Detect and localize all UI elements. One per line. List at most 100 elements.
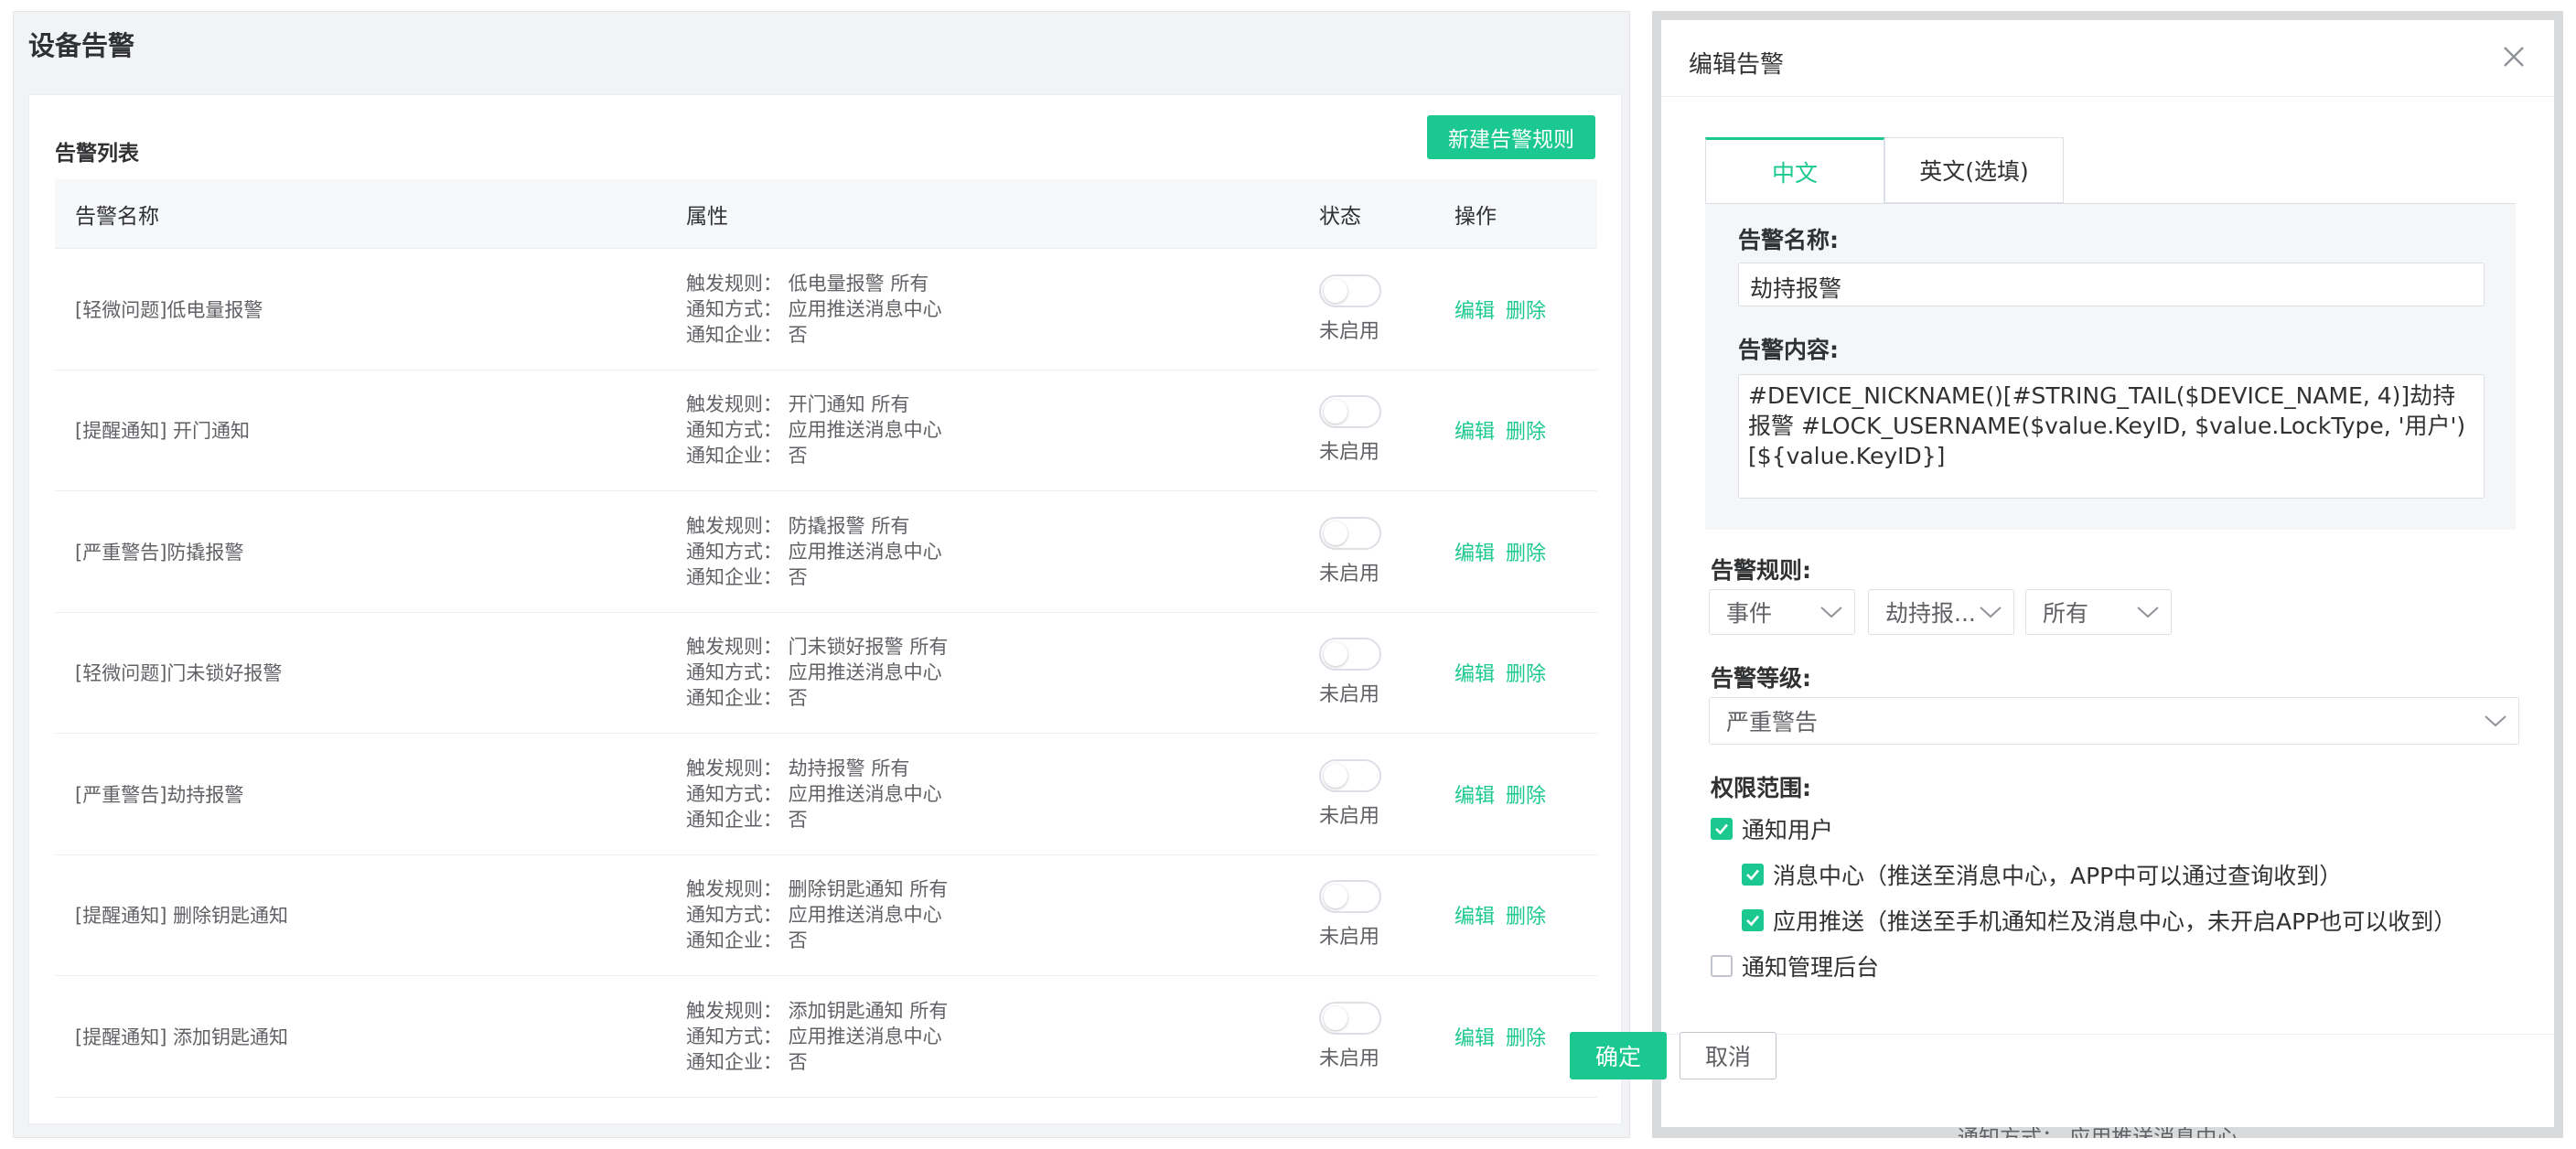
state-cell: 未启用 <box>1319 395 1454 465</box>
status-text: 未启用 <box>1319 441 1380 465</box>
delete-link[interactable]: 删除 <box>1506 785 1546 808</box>
status-text: 未启用 <box>1319 804 1380 828</box>
notify-user-label: 通知用户 <box>1742 817 1834 843</box>
trigger-rule: 触发规则： 门未锁好报警 所有 <box>686 636 949 659</box>
app-push-checkbox[interactable]: 应用推送（推送至手机通知栏及消息中心，未开启APP也可以收到） <box>1742 904 2456 937</box>
notify-user-checkbox[interactable]: 通知用户 <box>1711 812 1833 845</box>
rule-scope-value: 所有 <box>2043 600 2089 627</box>
edit-link[interactable]: 编辑 <box>1454 906 1495 929</box>
state-cell: 未启用 <box>1319 274 1454 344</box>
edit-link[interactable]: 编辑 <box>1454 542 1495 565</box>
alarm-level-select[interactable]: 严重警告 <box>1709 697 2519 745</box>
notify-method: 通知方式： 应用推送消息中心 <box>686 540 942 563</box>
notify-method: 通知方式： 应用推送消息中心 <box>686 1025 942 1047</box>
page-title: 设备告警 <box>28 30 135 61</box>
alarm-list-card: 告警列表 新建告警规则 告警名称 属性 状态 操作 [轻微问题]低电量报警 触发… <box>28 94 1622 1124</box>
alarm-level-label: 告警等级: <box>1711 665 1811 692</box>
alarm-rule-label: 告警规则: <box>1711 557 1811 584</box>
edit-link[interactable]: 编辑 <box>1454 300 1495 323</box>
status-toggle[interactable] <box>1319 758 1381 792</box>
edit-alarm-dialog: 编辑告警 中文 英文(选填) 告警名称: 劫持报警 告警内容: #DEVICE_… <box>1661 20 2554 1127</box>
status-toggle[interactable] <box>1319 880 1381 914</box>
status-toggle[interactable] <box>1319 274 1381 307</box>
alarm-name: [轻微问题]门未锁好报警 <box>75 662 283 685</box>
header-op: 操作 <box>1454 204 1497 229</box>
dialog-footer-divider <box>1661 1034 2554 1035</box>
alarm-attributes: 触发规则： 劫持报警 所有 通知方式： 应用推送消息中心 通知企业： 否 <box>686 756 1319 832</box>
notify-enterprise: 通知企业： 否 <box>686 323 808 346</box>
header-name: 告警名称 <box>75 204 159 229</box>
permission-scope-label: 权限范围: <box>1711 775 1811 801</box>
chevron-down-icon <box>1820 607 1842 618</box>
alarm-table: 告警名称 属性 状态 操作 [轻微问题]低电量报警 触发规则： 低电量报警 所有… <box>55 179 1597 1098</box>
check-icon <box>1742 909 1764 931</box>
state-cell: 未启用 <box>1319 1001 1454 1071</box>
state-cell: 未启用 <box>1319 880 1454 950</box>
app-push-label: 应用推送（推送至手机通知栏及消息中心，未开启APP也可以收到） <box>1773 908 2457 935</box>
trigger-rule: 触发规则： 防撬报警 所有 <box>686 514 910 537</box>
table-row: [严重警告]劫持报警 触发规则： 劫持报警 所有 通知方式： 应用推送消息中心 … <box>55 734 1597 855</box>
tab-english[interactable]: 英文(选填) <box>1884 137 2064 203</box>
message-center-checkbox[interactable]: 消息中心（推送至消息中心，APP中可以通过查询收到） <box>1742 858 2342 891</box>
edit-link[interactable]: 编辑 <box>1454 785 1495 808</box>
trigger-rule: 触发规则： 低电量报警 所有 <box>686 272 929 295</box>
status-text: 未启用 <box>1319 319 1380 343</box>
status-toggle[interactable] <box>1319 516 1381 550</box>
status-text: 未启用 <box>1319 562 1380 585</box>
edit-link[interactable]: 编辑 <box>1454 421 1495 444</box>
notify-method: 通知方式： 应用推送消息中心 <box>686 782 942 805</box>
dialog-title: 编辑告警 <box>1689 51 1785 79</box>
edit-link[interactable]: 编辑 <box>1454 1027 1495 1050</box>
alarm-attributes: 触发规则： 开门通知 所有 通知方式： 应用推送消息中心 通知企业： 否 <box>686 392 1319 468</box>
tab-panel: 告警名称: 劫持报警 告警内容: #DEVICE_NICKNAME()[#STR… <box>1705 204 2516 530</box>
alarm-name: [提醒通知] 添加钥匙通知 <box>75 1026 289 1048</box>
cancel-button[interactable]: 取消 <box>1680 1032 1776 1079</box>
rule-type-value: 事件 <box>1726 600 1773 627</box>
delete-link[interactable]: 删除 <box>1506 1027 1546 1050</box>
rule-event-select[interactable]: 劫持报... <box>1868 589 2014 635</box>
edit-link[interactable]: 编辑 <box>1454 663 1495 686</box>
trigger-rule: 触发规则： 开门通知 所有 <box>686 393 910 416</box>
header-state: 状态 <box>1319 204 1361 229</box>
delete-link[interactable]: 删除 <box>1506 300 1546 323</box>
header-attr: 属性 <box>686 204 728 229</box>
delete-link[interactable]: 删除 <box>1506 663 1546 686</box>
table-row: [严重警告]防撬报警 触发规则： 防撬报警 所有 通知方式： 应用推送消息中心 … <box>55 491 1597 613</box>
alarm-content-textarea[interactable]: #DEVICE_NICKNAME()[#STRING_TAIL($DEVICE_… <box>1738 374 2485 499</box>
alarm-level-value: 严重警告 <box>1726 709 1819 736</box>
status-toggle[interactable] <box>1319 1001 1381 1035</box>
alarm-page: 设备告警 告警列表 新建告警规则 告警名称 属性 状态 操作 [轻微问题]低电量… <box>13 11 1630 1138</box>
alarm-content-label: 告警内容: <box>1738 337 1839 363</box>
close-icon[interactable] <box>2499 42 2528 71</box>
notify-method: 通知方式： 应用推送消息中心 <box>686 297 942 320</box>
notify-method: 通知方式： 应用推送消息中心 <box>686 661 942 684</box>
check-icon <box>1711 818 1733 840</box>
rule-scope-select[interactable]: 所有 <box>2025 589 2172 635</box>
trigger-rule: 触发规则： 删除钥匙通知 所有 <box>686 878 949 901</box>
dialog-header: 编辑告警 <box>1661 20 2554 97</box>
notify-enterprise: 通知企业： 否 <box>686 1050 808 1073</box>
table-row: [轻微问题]低电量报警 触发规则： 低电量报警 所有 通知方式： 应用推送消息中… <box>55 249 1597 370</box>
table-row: [轻微问题]门未锁好报警 触发规则： 门未锁好报警 所有 通知方式： 应用推送消… <box>55 613 1597 734</box>
message-center-label: 消息中心（推送至消息中心，APP中可以通过查询收到） <box>1773 863 2343 889</box>
status-toggle[interactable] <box>1319 395 1381 429</box>
rule-type-select[interactable]: 事件 <box>1709 589 1855 635</box>
notify-enterprise: 通知企业： 否 <box>686 565 808 588</box>
status-toggle[interactable] <box>1319 638 1381 671</box>
new-alarm-rule-button[interactable]: 新建告警规则 <box>1427 115 1595 159</box>
tab-chinese[interactable]: 中文 <box>1705 137 1884 203</box>
alarm-attributes: 触发规则： 低电量报警 所有 通知方式： 应用推送消息中心 通知企业： 否 <box>686 271 1319 348</box>
delete-link[interactable]: 删除 <box>1506 542 1546 565</box>
alarm-attributes: 触发规则： 门未锁好报警 所有 通知方式： 应用推送消息中心 通知企业： 否 <box>686 634 1319 711</box>
rule-event-value: 劫持报... <box>1885 600 1976 627</box>
notify-method: 通知方式： 应用推送消息中心 <box>686 904 942 927</box>
alarm-name: [提醒通知] 开门通知 <box>75 420 251 443</box>
delete-link[interactable]: 删除 <box>1506 421 1546 444</box>
delete-link[interactable]: 删除 <box>1506 906 1546 929</box>
notify-enterprise: 通知企业： 否 <box>686 687 808 710</box>
op-cell: 编辑 删除 <box>1454 658 1597 687</box>
alarm-name-input[interactable]: 劫持报警 <box>1738 263 2485 306</box>
notify-admin-checkbox[interactable]: 通知管理后台 <box>1711 950 1879 983</box>
confirm-button[interactable]: 确定 <box>1570 1032 1667 1079</box>
alarm-name: [轻微问题]低电量报警 <box>75 298 263 321</box>
